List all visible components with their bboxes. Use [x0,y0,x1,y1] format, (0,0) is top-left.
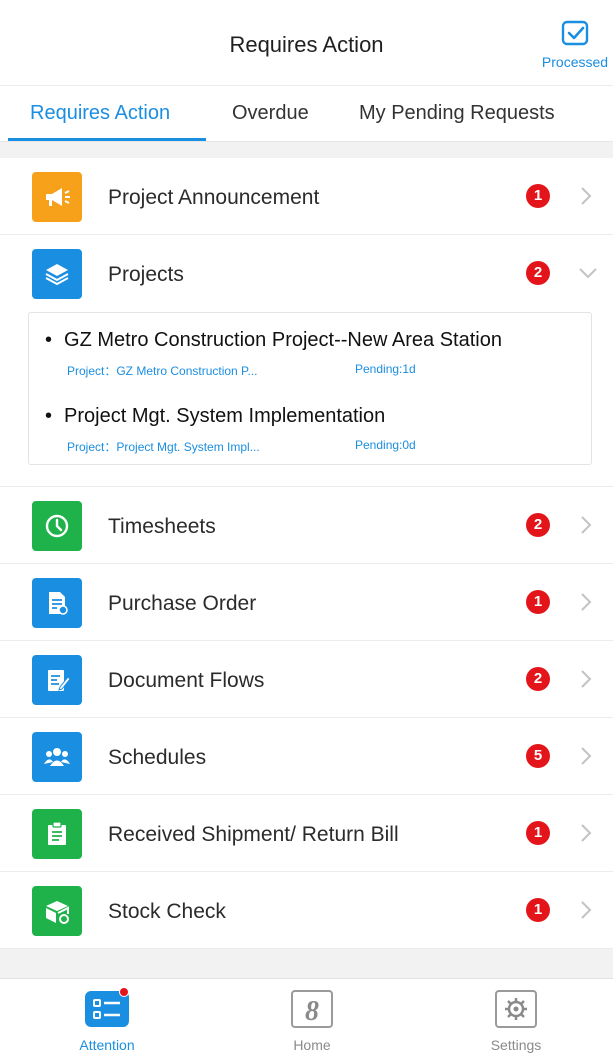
list-item-stock-check[interactable]: Stock Check 1 [0,872,613,949]
project-sub-item-title: GZ Metro Construction Project--New Area … [45,329,585,352]
projects-expanded-panel: GZ Metro Construction Project--New Area … [0,312,613,487]
tab-my-pending-requests[interactable]: My Pending Requests [359,102,555,125]
projects-sub-list: GZ Metro Construction Project--New Area … [28,312,592,465]
clipboard-icon [32,809,82,859]
count-badge: 2 [526,513,550,537]
checkbox-icon [561,20,589,46]
list-item-label: Project Announcement [108,186,320,209]
bottom-navigation: Attention 8 Home Settings [0,978,613,1059]
list-item-label: Received Shipment/ Return Bill [108,823,399,846]
count-badge: 1 [526,184,550,208]
home-logo-icon: 8 [290,989,334,1029]
megaphone-icon [32,172,82,222]
nav-label: Attention [79,1037,135,1053]
chevron-down-icon [579,268,597,279]
project-sub-item-project: Project：GZ Metro Construction P... [67,364,258,378]
count-badge: 5 [526,744,550,768]
list-item-label: Projects [108,263,184,286]
list-item-label: Timesheets [108,515,216,538]
notification-dot [119,987,129,997]
clock-icon [32,501,82,551]
list-item-label: Purchase Order [108,592,257,615]
chevron-right-icon [581,824,592,842]
processed-button[interactable]: Processed [537,20,613,76]
tab-requires-action[interactable]: Requires Action [30,102,170,125]
count-badge: 1 [526,898,550,922]
chevron-right-icon [581,187,592,205]
chevron-right-icon [581,670,592,688]
count-badge: 1 [526,590,550,614]
project-sub-item-title: Project Mgt. System Implementation [45,405,585,428]
list-item-received-shipment[interactable]: Received Shipment/ Return Bill 1 [0,795,613,872]
list-item-purchase-order[interactable]: Purchase Order 1 [0,564,613,641]
count-badge: 2 [526,667,550,691]
list-item-document-flows[interactable]: Document Flows 2 [0,641,613,718]
project-sub-item[interactable]: GZ Metro Construction Project--New Area … [45,329,585,378]
page-title: Requires Action [229,32,384,57]
active-tab-indicator [8,138,206,141]
nav-label: Settings [490,1037,542,1053]
chevron-right-icon [581,747,592,765]
list-item-label: Schedules [108,746,207,769]
chevron-right-icon [581,516,592,534]
nav-settings[interactable]: Settings [461,989,571,1053]
chevron-right-icon [581,593,592,611]
list-item-label: Document Flows [108,669,265,692]
count-badge: 1 [526,821,550,845]
processed-label: Processed [541,54,609,70]
layers-icon [32,249,82,299]
list-icon [85,987,129,1029]
list-item-schedules[interactable]: Schedules 5 [0,718,613,795]
tab-overdue[interactable]: Overdue [232,102,309,125]
people-icon [32,732,82,782]
chevron-right-icon [581,901,592,919]
list-item-projects[interactable]: Projects 2 [0,235,613,312]
list-item-timesheets[interactable]: Timesheets 2 [0,487,613,564]
nav-label: Home [293,1037,331,1053]
home-logo-glyph: 8 [305,996,319,1027]
tab-bar: Requires Action Overdue My Pending Reque… [0,86,613,142]
category-list: Project Announcement 1 Projects 2 GZ Met… [0,158,613,949]
gear-icon [494,989,538,1029]
project-sub-item[interactable]: Project Mgt. System Implementation Proje… [45,405,585,454]
header-bar: Requires Action Processed [0,0,613,86]
nav-home[interactable]: 8 Home [257,989,367,1053]
document-icon [32,578,82,628]
project-sub-item-project: Project：Project Mgt. System Impl... [67,440,260,454]
edit-document-icon [32,655,82,705]
list-item-project-announcement[interactable]: Project Announcement 1 [0,158,613,235]
list-item-label: Stock Check [108,900,226,923]
count-badge: 2 [526,261,550,285]
project-sub-item-pending: Pending:0d [355,438,416,452]
project-sub-item-pending: Pending:1d [355,362,416,376]
nav-attention[interactable]: Attention [52,987,162,1053]
box-icon [32,886,82,936]
